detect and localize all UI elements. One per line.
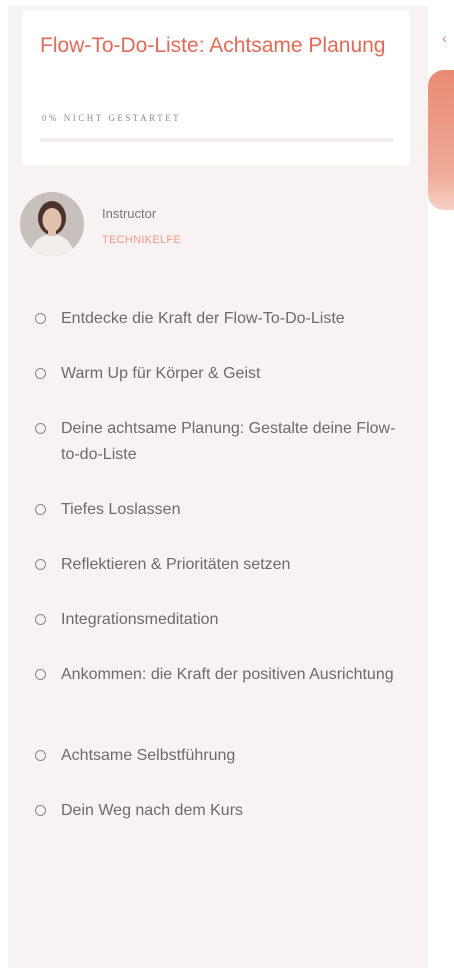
lesson-item[interactable]: Reflektieren & Prioritäten setzen — [35, 552, 406, 578]
avatar[interactable] — [20, 192, 84, 256]
instructor-block: Instructor TECHNIKELFE — [20, 192, 320, 258]
status-circle-icon — [35, 313, 46, 324]
course-sidebar: Flow-To-Do-Liste: Achtsame Planung 0% NI… — [8, 6, 428, 968]
status-circle-icon — [35, 368, 46, 379]
status-circle-icon — [35, 559, 46, 570]
lesson-title: Reflektieren & Prioritäten setzen — [61, 556, 291, 573]
progress-status: 0% NICHT GESTARTET — [42, 113, 182, 123]
lesson-item[interactable]: Integrationsmeditation — [35, 607, 406, 633]
lesson-item[interactable]: Warm Up für Körper & Geist — [35, 361, 406, 387]
status-circle-icon — [35, 504, 46, 515]
progress-bar — [40, 138, 394, 142]
instructor-name[interactable]: TECHNIKELFE — [102, 234, 181, 246]
course-title[interactable]: Flow-To-Do-Liste: Achtsame Planung — [40, 30, 390, 61]
instructor-label: Instructor — [102, 206, 157, 221]
lesson-item[interactable]: Achtsame Selbstführung — [35, 743, 406, 769]
lesson-title: Tiefes Loslassen — [61, 501, 181, 518]
status-circle-icon — [35, 669, 46, 680]
status-circle-icon — [35, 423, 46, 434]
lesson-item[interactable]: Deine achtsame Planung: Gestalte deine F… — [35, 416, 406, 468]
lesson-title: Entdecke die Kraft der Flow-To-Do-Liste — [61, 310, 345, 327]
lesson-title: Deine achtsame Planung: Gestalte deine F… — [61, 420, 396, 463]
chevron-left-icon[interactable]: ‹ — [442, 30, 447, 47]
lesson-title: Achtsame Selbstführung — [61, 747, 236, 764]
lesson-title: Ankommen: die Kraft der positiven Ausric… — [61, 666, 394, 683]
lesson-title: Integrationsmeditation — [61, 611, 219, 628]
avatar-image — [20, 192, 84, 256]
lesson-item[interactable]: Entdecke die Kraft der Flow-To-Do-Liste — [35, 306, 406, 332]
lesson-title: Warm Up für Körper & Geist — [61, 365, 261, 382]
content-panel-edge: ‹ — [428, 0, 454, 971]
hero-image-edge — [428, 70, 454, 210]
course-header-card: Flow-To-Do-Liste: Achtsame Planung 0% NI… — [22, 10, 410, 165]
lesson-item[interactable]: Tiefes Loslassen — [35, 497, 406, 523]
status-circle-icon — [35, 805, 46, 816]
lesson-item[interactable]: Dein Weg nach dem Kurs — [35, 798, 406, 824]
status-circle-icon — [35, 614, 46, 625]
status-circle-icon — [35, 750, 46, 761]
lesson-item[interactable]: Ankommen: die Kraft der positiven Ausric… — [35, 662, 406, 688]
lesson-title: Dein Weg nach dem Kurs — [61, 802, 244, 819]
